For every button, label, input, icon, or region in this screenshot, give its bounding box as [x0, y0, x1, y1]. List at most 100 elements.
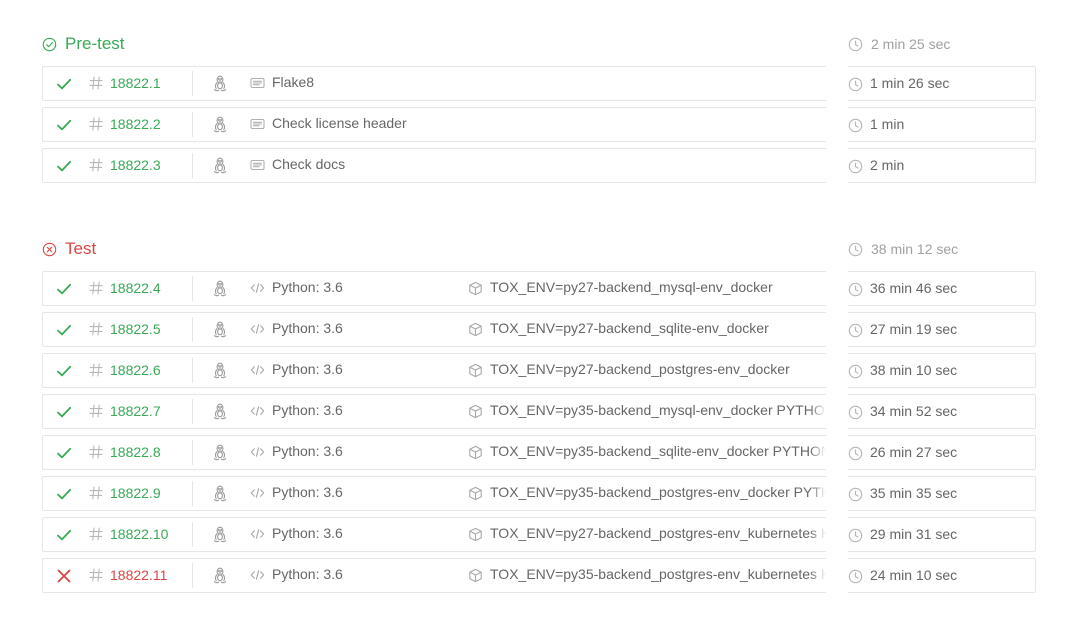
- code-icon: [250, 527, 265, 541]
- job-number-link[interactable]: 18822.4: [110, 280, 161, 296]
- failed-circle-icon: [42, 242, 57, 257]
- linux-icon: [212, 403, 228, 420]
- clock-icon: [848, 77, 863, 92]
- stage-title: Pre-test: [42, 34, 125, 54]
- job-env: TOX_ENV=py35-backend_postgres-env_kubern…: [490, 566, 826, 582]
- stage-header: Test 38 min 12 sec: [42, 235, 1036, 263]
- job-number-link[interactable]: 18822.5: [110, 321, 161, 337]
- job-number-link[interactable]: 18822.9: [110, 485, 161, 501]
- job-language: Python: 3.6: [272, 566, 343, 582]
- duration-gap: [826, 516, 848, 553]
- hash-icon: [89, 158, 103, 172]
- box-icon: [468, 363, 483, 378]
- duration-gap: [826, 557, 848, 594]
- hash-icon: [89, 404, 103, 418]
- box-icon: [468, 527, 483, 542]
- job-number-link[interactable]: 18822.6: [110, 362, 161, 378]
- duration-gap: [826, 475, 848, 512]
- terminal-icon: [250, 158, 265, 172]
- check-icon: [56, 281, 72, 297]
- clock-icon: [848, 118, 863, 133]
- hash-icon: [89, 322, 103, 336]
- job-duration: 24 min 10 sec: [870, 567, 958, 583]
- duration-gap: [826, 270, 848, 307]
- job-env: TOX_ENV=py35-backend_sqlite-env_docker P…: [490, 443, 826, 459]
- linux-icon: [212, 157, 228, 174]
- job-duration: 29 min 31 sec: [870, 526, 958, 542]
- job-language: Python: 3.6: [272, 525, 343, 541]
- hash-icon: [89, 568, 103, 582]
- stage-duration-text: 38 min 12 sec: [871, 241, 959, 257]
- job-number-link[interactable]: 18822.2: [110, 116, 161, 132]
- job-row[interactable]: 18822.10 Python: 3.6 TOX_ENV=py27-backend_…: [42, 516, 1036, 553]
- linux-icon: [212, 321, 228, 338]
- stage-duration: 2 min 25 sec: [848, 36, 950, 52]
- code-icon: [250, 322, 265, 336]
- linux-icon: [212, 116, 228, 133]
- stage-duration-text: 2 min 25 sec: [871, 36, 951, 52]
- cross-icon: [56, 568, 72, 584]
- job-duration: 26 min 27 sec: [870, 444, 958, 460]
- job-row[interactable]: 18822.1 Flake8 1 min 26 sec: [42, 65, 1036, 102]
- clock-icon: [848, 37, 871, 52]
- job-row[interactable]: 18822.5 Python: 3.6 TOX_ENV=py27-backend_s…: [42, 311, 1036, 348]
- hash-icon: [89, 363, 103, 377]
- job-duration: 34 min 52 sec: [870, 403, 958, 419]
- duration-gap: [826, 147, 848, 184]
- divider: [192, 112, 193, 137]
- job-env: TOX_ENV=py27-backend_postgres-env_kubern…: [490, 525, 826, 541]
- passed-circle-icon: [42, 37, 57, 52]
- code-icon: [250, 568, 265, 582]
- divider: [192, 71, 193, 96]
- job-row[interactable]: 18822.7 Python: 3.6 TOX_ENV=py35-backend_m…: [42, 393, 1036, 430]
- divider: [192, 399, 193, 424]
- linux-icon: [212, 362, 228, 379]
- job-number-link[interactable]: 18822.11: [110, 567, 167, 583]
- job-number-link[interactable]: 18822.1: [110, 75, 161, 91]
- check-icon: [56, 445, 72, 461]
- code-icon: [250, 486, 265, 500]
- divider: [192, 522, 193, 547]
- job-row[interactable]: 18822.4 Python: 3.6 TOX_ENV=py27-backend_m…: [42, 270, 1036, 307]
- duration-gap: [826, 393, 848, 430]
- divider: [192, 317, 193, 342]
- job-row[interactable]: 18822.8 Python: 3.6 TOX_ENV=py35-backend_s…: [42, 434, 1036, 471]
- box-icon: [468, 568, 483, 583]
- job-number-link[interactable]: 18822.3: [110, 157, 161, 173]
- job-row[interactable]: 18822.2 Check license header 1 min: [42, 106, 1036, 143]
- check-icon: [56, 76, 72, 92]
- duration-gap: [826, 65, 848, 102]
- job-language: Python: 3.6: [272, 320, 343, 336]
- job-env: TOX_ENV=py35-backend_mysql-env_docker PY…: [490, 402, 826, 418]
- job-number-link[interactable]: 18822.7: [110, 403, 161, 419]
- job-language: Python: 3.6: [272, 279, 343, 295]
- check-icon: [56, 404, 72, 420]
- box-icon: [468, 281, 483, 296]
- job-row[interactable]: 18822.9 Python: 3.6 TOX_ENV=py35-backend_p…: [42, 475, 1036, 512]
- stage-name: Pre-test: [65, 34, 125, 53]
- check-icon: [56, 117, 72, 133]
- job-number-link[interactable]: 18822.8: [110, 444, 161, 460]
- code-icon: [250, 404, 265, 418]
- job-row[interactable]: 18822.6 Python: 3.6 TOX_ENV=py27-backend_p…: [42, 352, 1036, 389]
- box-icon: [468, 404, 483, 419]
- stage-name: Test: [65, 239, 97, 258]
- check-icon: [56, 322, 72, 338]
- linux-icon: [212, 567, 228, 584]
- job-env: TOX_ENV=py27-backend_postgres-env_docker: [490, 361, 826, 377]
- clock-icon: [848, 323, 863, 338]
- divider: [192, 358, 193, 383]
- clock-icon: [848, 487, 863, 502]
- job-duration: 1 min: [870, 116, 905, 132]
- job-row[interactable]: 18822.11 Python: 3.6 TOX_ENV=py35-backend_…: [42, 557, 1036, 594]
- box-icon: [468, 322, 483, 337]
- job-number-link[interactable]: 18822.10: [110, 526, 168, 542]
- job-row[interactable]: 18822.3 Check docs 2 min: [42, 147, 1036, 184]
- job-language: Python: 3.6: [272, 484, 343, 500]
- divider: [192, 153, 193, 178]
- hash-icon: [89, 486, 103, 500]
- job-language: Python: 3.6: [272, 402, 343, 418]
- code-icon: [250, 281, 265, 295]
- job-language: Python: 3.6: [272, 443, 343, 459]
- hash-icon: [89, 76, 103, 90]
